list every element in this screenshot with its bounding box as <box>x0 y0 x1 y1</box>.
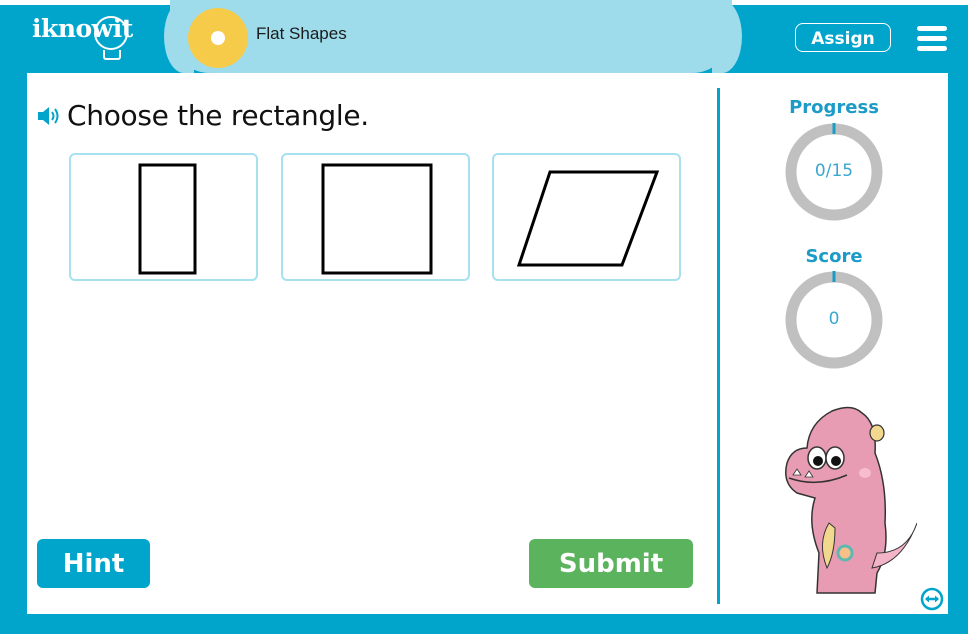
score-ring: 0 <box>785 271 883 369</box>
speaker-icon[interactable] <box>37 106 63 126</box>
submit-button[interactable]: Submit <box>529 539 693 588</box>
progress-ring: 0/15 <box>785 123 883 221</box>
hamburger-menu-icon[interactable] <box>917 26 947 52</box>
pink-monster-mascot <box>785 406 917 594</box>
score-label: Score <box>805 246 863 267</box>
menu-bar <box>917 26 947 31</box>
parallelogram-shape <box>516 170 660 267</box>
menu-bar <box>917 46 947 51</box>
tall-rectangle-shape <box>138 163 197 275</box>
topic-title: Flat Shapes <box>256 24 347 43</box>
choice-parallelogram[interactable] <box>492 153 681 281</box>
progress-value: 0/15 <box>814 161 854 181</box>
main-panel: Choose the rectangle. Progress 0/15 Scor… <box>27 73 948 614</box>
expand-horizontal-icon[interactable] <box>920 587 944 611</box>
progress-label: Progress <box>789 97 879 118</box>
topic-banner: Flat Shapes <box>164 0 742 73</box>
choice-square[interactable] <box>281 153 470 281</box>
menu-bar <box>917 36 947 41</box>
assign-button[interactable]: Assign <box>795 23 891 52</box>
choice-tall-rectangle[interactable] <box>69 153 258 281</box>
sidebar-divider <box>717 88 720 604</box>
square-shape <box>321 163 433 275</box>
lightbulb-icon <box>94 16 128 50</box>
score-value: 0 <box>828 309 840 329</box>
header: iknowit Flat Shapes Assign <box>0 0 968 73</box>
iknowit-logo[interactable]: iknowit <box>32 14 133 60</box>
topic-dot-icon <box>188 8 248 68</box>
lightbulb-base-icon <box>103 50 121 60</box>
hint-button[interactable]: Hint <box>37 539 150 588</box>
question-text: Choose the rectangle. <box>67 99 369 132</box>
question: Choose the rectangle. <box>37 99 369 132</box>
